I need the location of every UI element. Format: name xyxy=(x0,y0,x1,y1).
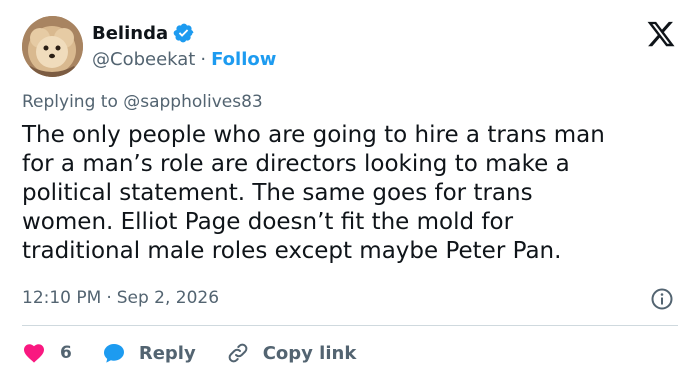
author-block: Belinda @Cobeekat · Follow xyxy=(92,21,276,71)
tweet-timestamp[interactable]: 12:10 PM · Sep 2, 2026 xyxy=(22,288,219,308)
name-row: Belinda xyxy=(92,21,276,45)
action-bar: 6 Reply Copy link xyxy=(22,339,356,367)
display-name[interactable]: Belinda xyxy=(92,23,168,44)
replying-to-label: Replying to @sappholives83 xyxy=(22,92,263,112)
verified-badge-icon xyxy=(173,22,195,44)
reply-bubble-icon xyxy=(102,341,126,365)
tweet-header: Belinda @Cobeekat · Follow xyxy=(22,16,678,78)
copy-link-label: Copy link xyxy=(262,342,357,364)
handle-row: @Cobeekat · Follow xyxy=(92,49,276,70)
reply-label: Reply xyxy=(138,342,196,364)
meta-separator: · xyxy=(106,288,112,308)
like-count: 6 xyxy=(60,343,72,363)
like-button[interactable]: 6 xyxy=(22,341,72,365)
x-logo-icon[interactable] xyxy=(646,19,676,49)
handle[interactable]: @Cobeekat xyxy=(92,49,195,70)
info-icon[interactable] xyxy=(650,287,674,311)
divider xyxy=(22,325,678,326)
follow-button[interactable]: Follow xyxy=(211,49,276,70)
link-icon xyxy=(226,341,250,365)
avatar-dog-image xyxy=(22,16,83,77)
tweet-time: 12:10 PM xyxy=(22,288,102,308)
avatar[interactable] xyxy=(22,16,83,77)
tweet-date: Sep 2, 2026 xyxy=(116,288,220,308)
tweet-text: The only people who are going to hire a … xyxy=(22,122,605,264)
handle-separator: · xyxy=(200,49,207,70)
heart-icon xyxy=(22,341,46,365)
copy-link-button[interactable]: Copy link xyxy=(226,341,357,365)
reply-button[interactable]: Reply xyxy=(102,341,196,365)
